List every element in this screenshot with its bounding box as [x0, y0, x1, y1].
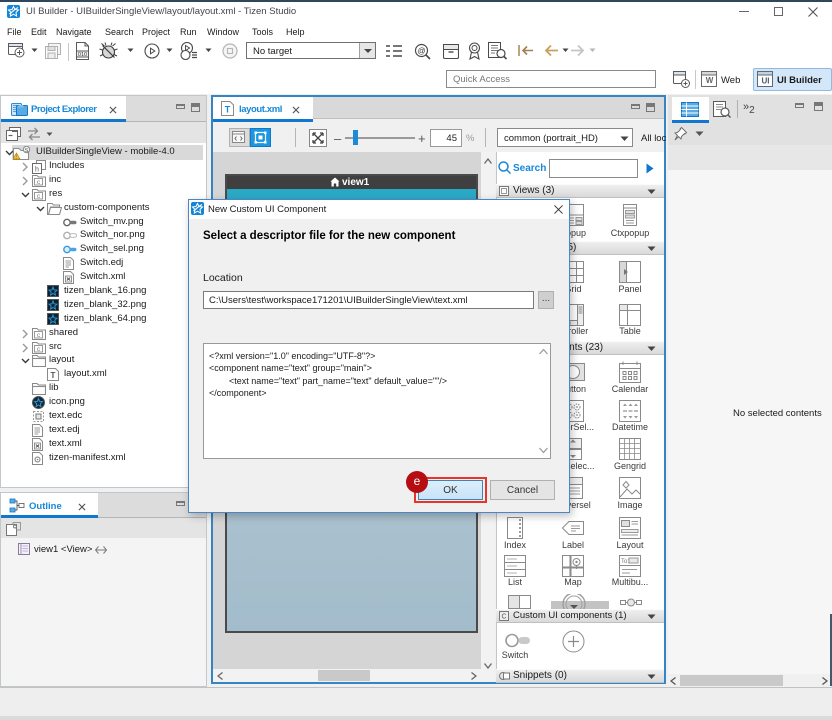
svg-text:h: h: [35, 167, 39, 174]
svg-text:T: T: [51, 371, 56, 380]
svg-text:S: S: [25, 148, 29, 154]
svg-text:UI: UI: [762, 77, 770, 86]
svg-text:010: 010: [78, 52, 87, 58]
svg-text:W: W: [706, 76, 714, 85]
svg-text:C: C: [501, 614, 506, 621]
svg-text:!: !: [16, 155, 17, 160]
svg-text:T: T: [225, 105, 231, 115]
svg-text:To:: To:: [621, 559, 629, 565]
svg-text:@: @: [417, 47, 425, 56]
